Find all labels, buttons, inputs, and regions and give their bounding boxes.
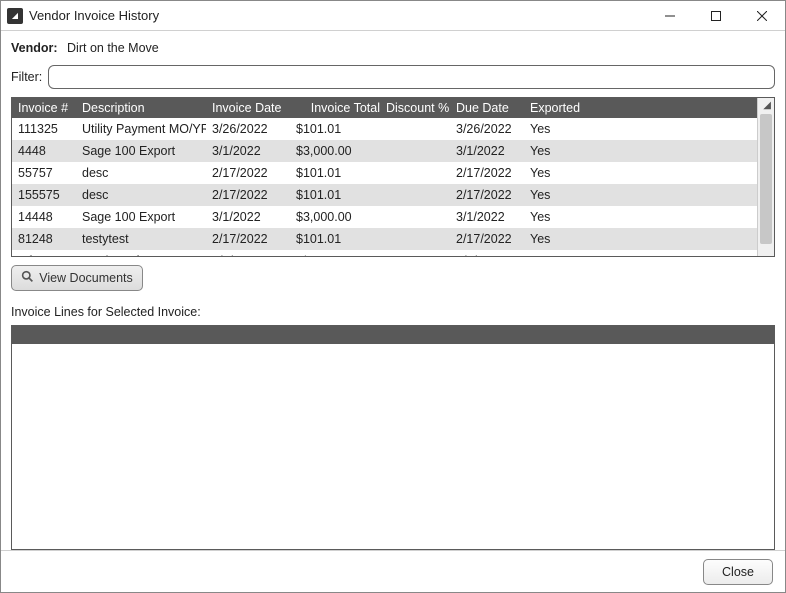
invoice-lines-header <box>12 326 774 344</box>
cell-invoice_no: 14448 <box>12 206 76 228</box>
grid-header-row: Invoice # Description Invoice Date Invoi… <box>12 98 757 118</box>
cell-description: desc <box>76 184 206 206</box>
cell-discount_pct <box>380 118 450 140</box>
cell-exported: Yes <box>524 206 757 228</box>
cell-invoice_no: Info <box>12 250 76 256</box>
invoice-grid[interactable]: Invoice # Description Invoice Date Invoi… <box>11 97 775 257</box>
cell-invoice_total: $101.01 <box>290 118 380 140</box>
filter-input[interactable] <box>48 65 775 89</box>
cell-discount_pct <box>380 162 450 184</box>
cell-discount_pct <box>380 250 450 256</box>
cell-invoice_no: 55757 <box>12 162 76 184</box>
cell-invoice_date: 3/1/2022 <box>206 140 290 162</box>
vendor-value: Dirt on the Move <box>67 41 159 55</box>
col-description[interactable]: Description <box>76 98 206 118</box>
view-documents-button[interactable]: View Documents <box>11 265 143 291</box>
col-invoice-total[interactable]: Invoice Total <box>290 98 380 118</box>
footer: Close <box>1 550 785 592</box>
cell-invoice_no: 111325 <box>12 118 76 140</box>
cell-description: Invoice Info <box>76 250 206 256</box>
vendor-label: Vendor: <box>11 41 58 55</box>
cell-invoice_no: 4448 <box>12 140 76 162</box>
table-row[interactable]: 4448Sage 100 Export3/1/2022$3,000.003/1/… <box>12 140 757 162</box>
cell-description: testytest <box>76 228 206 250</box>
cell-invoice_date: 3/26/2022 <box>206 118 290 140</box>
cell-exported: Yes <box>524 184 757 206</box>
vendor-invoice-history-window: ◢ Vendor Invoice History Vendor: Dirt on… <box>0 0 786 593</box>
filter-row: Filter: <box>11 65 775 89</box>
scroll-up-icon[interactable]: ◢ <box>763 100 771 111</box>
cell-description: Utility Payment MO/YR <box>76 118 206 140</box>
table-row[interactable]: InfoInvoice Info4/3/2021$50.004/3/2021Ye… <box>12 250 757 256</box>
col-invoice-no[interactable]: Invoice # <box>12 98 76 118</box>
cell-description: Sage 100 Export <box>76 140 206 162</box>
cell-invoice_no: 155575 <box>12 184 76 206</box>
table-row[interactable]: 55757desc2/17/2022$101.012/17/2022Yes <box>12 162 757 184</box>
maximize-button[interactable] <box>693 1 739 30</box>
minimize-button[interactable] <box>647 1 693 30</box>
cell-description: Sage 100 Export <box>76 206 206 228</box>
cell-invoice_date: 3/1/2022 <box>206 206 290 228</box>
table-row[interactable]: 111325Utility Payment MO/YR3/26/2022$101… <box>12 118 757 140</box>
scroll-thumb[interactable] <box>760 114 772 244</box>
cell-due_date: 4/3/2021 <box>450 250 524 256</box>
table-row[interactable]: 14448Sage 100 Export3/1/2022$3,000.003/1… <box>12 206 757 228</box>
vendor-row: Vendor: Dirt on the Move <box>11 41 775 55</box>
cell-due_date: 2/17/2022 <box>450 184 524 206</box>
cell-due_date: 2/17/2022 <box>450 162 524 184</box>
col-invoice-date[interactable]: Invoice Date <box>206 98 290 118</box>
cell-invoice_date: 2/17/2022 <box>206 228 290 250</box>
cell-due_date: 3/1/2022 <box>450 206 524 228</box>
cell-exported: Yes <box>524 162 757 184</box>
cell-invoice_date: 2/17/2022 <box>206 162 290 184</box>
cell-invoice_date: 2/17/2022 <box>206 184 290 206</box>
invoice-lines-label: Invoice Lines for Selected Invoice: <box>11 305 775 319</box>
cell-invoice_total: $50.00 <box>290 250 380 256</box>
invoice-lines-body <box>12 344 774 549</box>
close-button[interactable]: Close <box>703 559 773 585</box>
filter-label: Filter: <box>11 70 42 84</box>
close-window-button[interactable] <box>739 1 785 30</box>
grid-scrollbar[interactable]: ◢ <box>757 98 774 256</box>
table-row[interactable]: 81248testytest2/17/2022$101.012/17/2022Y… <box>12 228 757 250</box>
cell-exported: Yes <box>524 228 757 250</box>
cell-due_date: 3/26/2022 <box>450 118 524 140</box>
cell-invoice_date: 4/3/2021 <box>206 250 290 256</box>
col-discount-pct[interactable]: Discount % <box>380 98 450 118</box>
window-title: Vendor Invoice History <box>29 8 647 23</box>
titlebar: ◢ Vendor Invoice History <box>1 1 785 31</box>
close-button-label: Close <box>722 565 754 579</box>
cell-due_date: 3/1/2022 <box>450 140 524 162</box>
cell-invoice_no: 81248 <box>12 228 76 250</box>
cell-discount_pct <box>380 140 450 162</box>
content-area: Vendor: Dirt on the Move Filter: <box>1 31 785 550</box>
invoice-lines-grid[interactable] <box>11 325 775 550</box>
app-icon: ◢ <box>7 8 23 24</box>
col-exported[interactable]: Exported <box>524 98 757 118</box>
table-row[interactable]: 155575desc2/17/2022$101.012/17/2022Yes <box>12 184 757 206</box>
window-controls <box>647 1 785 30</box>
search-icon <box>21 270 34 286</box>
cell-discount_pct <box>380 228 450 250</box>
cell-invoice_total: $101.01 <box>290 228 380 250</box>
cell-discount_pct <box>380 184 450 206</box>
cell-invoice_total: $101.01 <box>290 184 380 206</box>
cell-due_date: 2/17/2022 <box>450 228 524 250</box>
cell-discount_pct <box>380 206 450 228</box>
col-due-date[interactable]: Due Date <box>450 98 524 118</box>
cell-description: desc <box>76 162 206 184</box>
cell-exported: Yes <box>524 140 757 162</box>
cell-invoice_total: $101.01 <box>290 162 380 184</box>
cell-invoice_total: $3,000.00 <box>290 140 380 162</box>
cell-exported: Yes <box>524 250 757 256</box>
cell-exported: Yes <box>524 118 757 140</box>
cell-invoice_total: $3,000.00 <box>290 206 380 228</box>
view-documents-label: View Documents <box>39 271 133 285</box>
